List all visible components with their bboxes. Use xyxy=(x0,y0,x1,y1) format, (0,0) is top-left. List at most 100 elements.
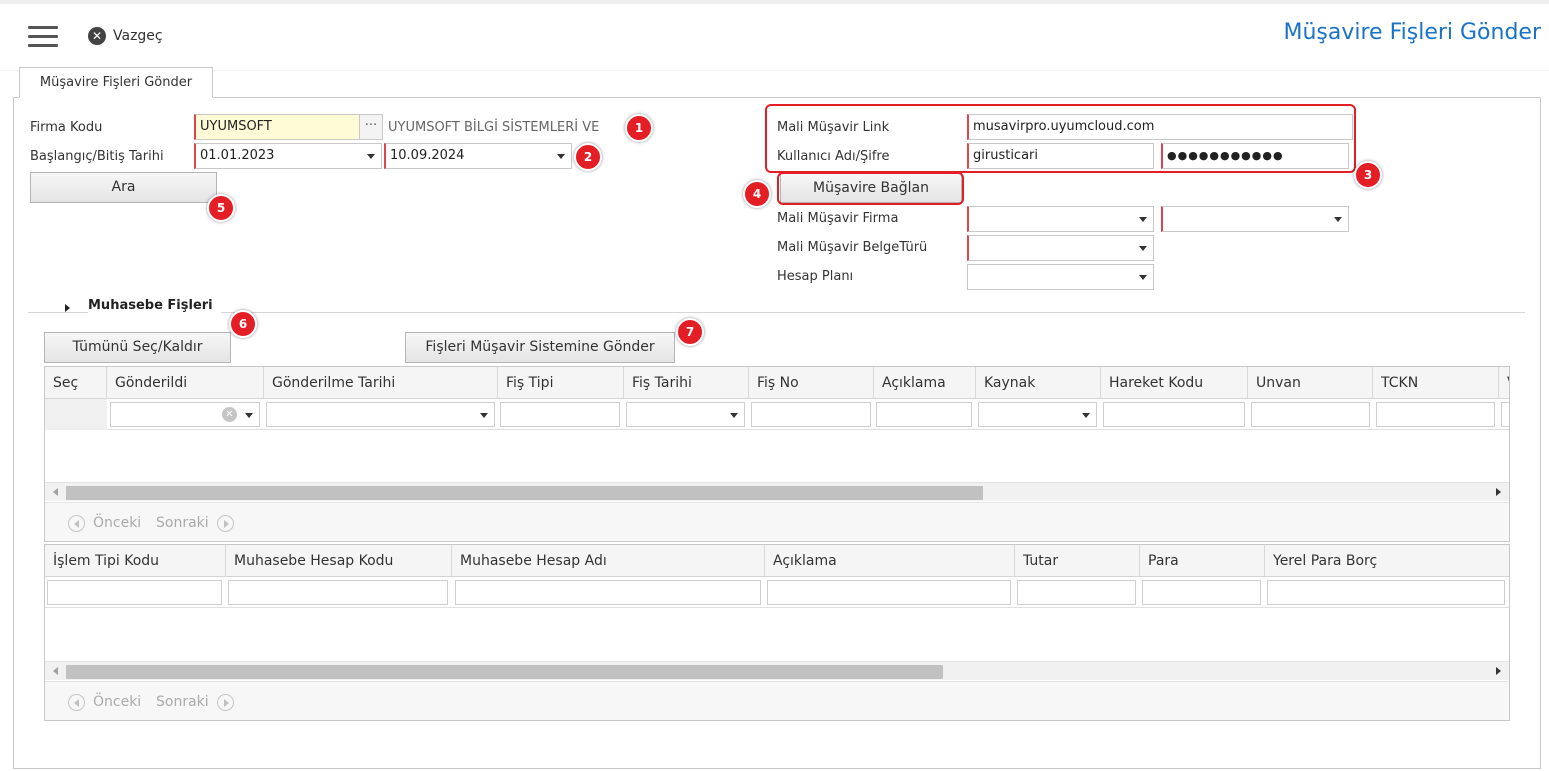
filter-yerel-para-borc[interactable] xyxy=(1267,580,1505,605)
column-header[interactable]: Kaynak xyxy=(976,367,1101,399)
account-plan-select[interactable] xyxy=(967,264,1154,290)
musavir-firm-label: Mali Müşavir Firma xyxy=(777,211,899,226)
start-date-value: 01.01.2023 xyxy=(200,148,275,163)
chevron-right-icon xyxy=(216,514,234,532)
grid-header: İşlem Tipi Kodu Muhasebe Hesap Kodu Muha… xyxy=(45,545,1509,577)
connect-musavir-button[interactable]: Müşavire Bağlan xyxy=(780,173,962,203)
menu-icon-line xyxy=(28,35,58,38)
clear-icon[interactable]: ✕ xyxy=(222,407,237,422)
filter-hareket-kodu[interactable] xyxy=(1103,402,1245,427)
musavir-link-field[interactable]: musavirpro.uyumcloud.com xyxy=(967,114,1353,140)
column-header[interactable]: Yerel Para Borç xyxy=(1265,545,1509,577)
chevron-right-icon[interactable] xyxy=(65,304,70,312)
company-code-field[interactable]: UYUMSOFT xyxy=(194,114,360,140)
chevron-down-icon xyxy=(1139,275,1147,280)
scroll-left-icon[interactable] xyxy=(53,667,58,675)
grid-header: Seç Gönderildi Gönderilme Tarihi Fiş Tip… xyxy=(45,367,1509,399)
select-all-button[interactable]: Tümünü Seç/Kaldır xyxy=(44,332,231,363)
tab-musavire-fisleri-gonder[interactable]: Müşavire Fişleri Gönder xyxy=(19,67,213,98)
next-page-button[interactable]: Sonraki xyxy=(156,693,234,711)
step-badge-6: 6 xyxy=(229,310,257,338)
company-code-label: Firma Kodu xyxy=(30,120,103,135)
doc-type-label: Mali Müşavir BelgeTürü xyxy=(777,240,928,255)
column-header[interactable]: Unvan xyxy=(1248,367,1373,399)
end-date-value: 10.09.2024 xyxy=(390,148,465,163)
filter-tutar[interactable] xyxy=(1017,580,1136,605)
scroll-thumb[interactable] xyxy=(66,665,943,679)
filter-muhasebe-hesap-adi[interactable] xyxy=(455,580,761,605)
filter-para[interactable] xyxy=(1142,580,1261,605)
chevron-down-icon[interactable] xyxy=(245,413,253,418)
chevron-down-icon[interactable] xyxy=(1082,413,1090,418)
close-icon: ✕ xyxy=(88,27,106,45)
musavir-firm-select-2[interactable] xyxy=(1161,206,1349,232)
next-page-button[interactable]: Sonraki xyxy=(156,514,234,532)
cancel-button[interactable]: ✕ Vazgeç xyxy=(88,26,163,46)
column-header[interactable]: Para xyxy=(1140,545,1265,577)
column-header[interactable]: TCKN xyxy=(1373,367,1499,399)
horizontal-scrollbar[interactable] xyxy=(45,482,1509,501)
filter-unvan[interactable] xyxy=(1251,402,1370,427)
filter-fis-no[interactable] xyxy=(751,402,871,427)
column-header[interactable]: Fiş No xyxy=(749,367,874,399)
step-badge-3: 3 xyxy=(1354,161,1382,189)
doc-type-select[interactable] xyxy=(967,235,1154,261)
column-header[interactable]: Tutar xyxy=(1015,545,1140,577)
company-name: UYUMSOFT BİLGİ SİSTEMLERİ VE xyxy=(388,120,600,135)
company-lookup-button[interactable]: ··· xyxy=(359,114,383,140)
column-header[interactable]: Açıklama xyxy=(765,545,1015,577)
step-badge-1: 1 xyxy=(625,114,653,142)
scroll-right-icon[interactable] xyxy=(1496,488,1501,496)
filter-islem-tipi-kodu[interactable] xyxy=(47,580,222,605)
column-header[interactable]: Hareket Kodu xyxy=(1101,367,1248,399)
filter-tckn[interactable] xyxy=(1376,402,1495,427)
chevron-left-icon xyxy=(68,693,85,711)
chevron-right-icon xyxy=(216,693,234,711)
filter-kaynak[interactable] xyxy=(978,402,1097,427)
username-field[interactable]: girusticari xyxy=(967,143,1154,169)
scroll-thumb[interactable] xyxy=(66,486,983,500)
column-header[interactable]: Muhasebe Hesap Adı xyxy=(452,545,765,577)
password-field[interactable]: ●●●●●●●●●●● xyxy=(1161,143,1349,169)
filter-v[interactable] xyxy=(1501,402,1509,427)
chevron-down-icon[interactable] xyxy=(367,154,375,159)
section-header[interactable]: Muhasebe Fişleri xyxy=(28,298,1525,313)
chevron-down-icon[interactable] xyxy=(480,413,488,418)
filter-aciklama[interactable] xyxy=(767,580,1011,605)
end-date-field[interactable]: 10.09.2024 xyxy=(384,143,572,169)
column-header[interactable]: Gönderildi xyxy=(107,367,264,399)
filter-gonderilme-tarihi[interactable] xyxy=(266,402,495,427)
column-header[interactable]: Fiş Tarihi xyxy=(624,367,749,399)
filter-muhasebe-hesap-kodu[interactable] xyxy=(228,580,448,605)
chevron-down-icon[interactable] xyxy=(730,413,738,418)
next-page-label: Sonraki xyxy=(156,694,209,710)
column-header[interactable]: Muhasebe Hesap Kodu xyxy=(226,545,452,577)
musavir-firm-select[interactable] xyxy=(967,206,1154,232)
filter-gonderildi[interactable]: ✕ xyxy=(110,402,260,427)
scroll-right-icon[interactable] xyxy=(1496,667,1501,675)
prev-page-button[interactable]: Önceki xyxy=(68,514,141,532)
filter-cell-empty xyxy=(45,399,107,430)
send-to-musavir-button[interactable]: Fişleri Müşavir Sistemine Gönder xyxy=(405,332,675,363)
search-button[interactable]: Ara xyxy=(30,172,217,203)
menu-icon-line xyxy=(28,44,58,47)
column-header[interactable]: Gönderilme Tarihi xyxy=(264,367,498,399)
step-badge-2: 2 xyxy=(574,143,602,171)
column-header[interactable]: Açıklama xyxy=(874,367,976,399)
column-header[interactable]: V xyxy=(1499,367,1509,399)
menu-icon[interactable] xyxy=(28,26,60,48)
start-date-field[interactable]: 01.01.2023 xyxy=(194,143,382,169)
filter-fis-tipi[interactable] xyxy=(500,402,620,427)
horizontal-scrollbar[interactable] xyxy=(45,661,1509,680)
scroll-left-icon[interactable] xyxy=(53,488,58,496)
step-badge-5: 5 xyxy=(207,194,235,222)
credentials-label: Kullanıcı Adı/Şifre xyxy=(777,149,890,164)
filter-fis-tarihi[interactable] xyxy=(626,402,745,427)
chevron-down-icon[interactable] xyxy=(557,154,565,159)
link-label: Mali Müşavir Link xyxy=(777,120,890,135)
column-header[interactable]: Fiş Tipi xyxy=(498,367,624,399)
filter-aciklama[interactable] xyxy=(876,402,972,427)
prev-page-button[interactable]: Önceki xyxy=(68,693,141,711)
column-header[interactable]: İşlem Tipi Kodu xyxy=(45,545,226,577)
column-header[interactable]: Seç xyxy=(45,367,107,399)
